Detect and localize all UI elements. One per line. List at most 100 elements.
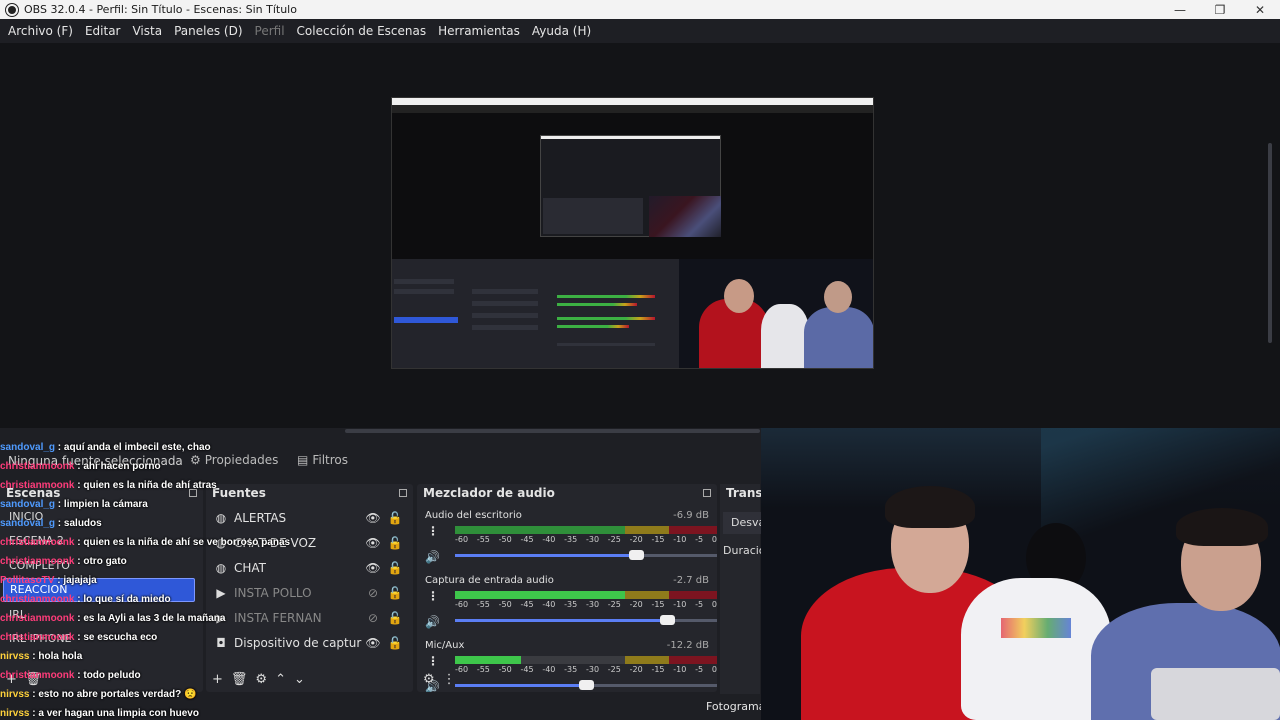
chat-line: christianmoonk : otro gato bbox=[0, 552, 300, 571]
window-title: OBS 32.0.4 - Perfil: Sin Título - Escena… bbox=[24, 3, 297, 16]
float-icon[interactable] bbox=[703, 489, 711, 497]
menu-editar[interactable]: Editar bbox=[79, 24, 127, 38]
maximize-button[interactable]: ❐ bbox=[1200, 0, 1240, 19]
menu-herramientas[interactable]: Herramientas bbox=[432, 24, 526, 38]
chat-line: sandoval_g : saludos bbox=[0, 514, 300, 533]
preview-scrollbar[interactable] bbox=[1268, 143, 1272, 343]
eye-icon[interactable]: 👁 bbox=[362, 636, 384, 650]
chat-message: jajajaja bbox=[63, 575, 97, 586]
chat-message: limpien la cámara bbox=[63, 499, 148, 510]
meter-tick-label: -25 bbox=[607, 600, 621, 609]
channel-menu-icon[interactable]: ⋮ bbox=[427, 589, 439, 603]
lock-icon[interactable]: 🔓 bbox=[384, 586, 406, 600]
meter-warn-zone bbox=[625, 591, 669, 599]
nested-row bbox=[472, 325, 538, 330]
lock-icon[interactable]: 🔓 bbox=[384, 636, 406, 650]
nested-meter bbox=[557, 295, 655, 298]
nested-preview bbox=[540, 135, 721, 237]
nested-obs-menubar bbox=[392, 105, 873, 113]
slider-handle[interactable] bbox=[629, 550, 644, 560]
chat-line: PollitasoTV : jajajaja bbox=[0, 571, 300, 590]
meter-error-zone bbox=[669, 591, 717, 599]
menu-perfil[interactable]: Perfil bbox=[249, 24, 291, 38]
close-button[interactable]: ✕ bbox=[1240, 0, 1280, 19]
nested-row bbox=[472, 301, 538, 306]
nested-selected-scene bbox=[394, 317, 458, 323]
meter-tick-label: -15 bbox=[651, 600, 665, 609]
lock-icon[interactable]: 🔓 bbox=[384, 611, 406, 625]
chat-line: sandoval_g : limpien la cámara bbox=[0, 495, 300, 514]
volume-slider[interactable] bbox=[455, 615, 717, 625]
lock-icon[interactable]: 🔓 bbox=[384, 536, 406, 550]
eye-icon[interactable]: 👁 bbox=[362, 561, 384, 575]
preview-canvas[interactable] bbox=[391, 97, 874, 369]
laptop-stickers bbox=[1151, 668, 1280, 720]
status-fotograma: Fotograma bbox=[706, 700, 766, 713]
chat-message: esto no abre portales verdad? 😟 bbox=[38, 689, 197, 700]
person-masked-jacket bbox=[961, 578, 1111, 720]
chat-username: nirvss bbox=[0, 689, 30, 700]
preview-hscrollbar[interactable] bbox=[345, 429, 760, 433]
meter-tick-label: 0 bbox=[711, 600, 717, 609]
volume-meter bbox=[455, 591, 717, 599]
preview-area[interactable] bbox=[0, 43, 1280, 428]
transition-select[interactable]: Desva bbox=[723, 512, 765, 534]
chat-username: PollitasoTV bbox=[0, 575, 55, 586]
eye-hidden-icon[interactable]: ⊘ bbox=[362, 611, 384, 625]
channel-header: Audio del escritorio -6.9 dB bbox=[425, 506, 709, 521]
meter-tick-label: 0 bbox=[711, 535, 717, 544]
chat-username: christianmoonk bbox=[0, 594, 75, 605]
channel-header: Captura de entrada audio -2.7 dB bbox=[425, 571, 709, 586]
filters-button[interactable]: ▤ Filtros bbox=[297, 449, 348, 471]
menu-ayuda[interactable]: Ayuda (H) bbox=[526, 24, 597, 38]
chat-message: saludos bbox=[63, 518, 102, 529]
nested-meter bbox=[557, 317, 655, 320]
mixer-channel: Captura de entrada audio -2.7 dB ⋮ -60 -5… bbox=[417, 571, 717, 636]
float-icon[interactable] bbox=[399, 489, 407, 497]
eye-icon[interactable]: 👁 bbox=[362, 536, 384, 550]
chat-line: christianmoonk : quien es la niña de ahí… bbox=[0, 476, 300, 495]
meter-tick-label: -30 bbox=[585, 600, 600, 609]
slider-fill bbox=[455, 554, 636, 557]
channel-name: Audio del escritorio bbox=[425, 510, 522, 521]
speaker-icon[interactable]: 🔊 bbox=[425, 550, 440, 564]
chat-message: quien es la niña de ahí se ve borroso pa… bbox=[83, 537, 291, 548]
chat-line: nirvss : hola hola bbox=[0, 647, 300, 666]
meter-ticks: -60 -55 -50 -45 -40 -35 -30 -25 -20 -15 -10 -5 0 bbox=[455, 535, 717, 544]
menu-vista[interactable]: Vista bbox=[126, 24, 168, 38]
channel-menu-icon[interactable]: ⋮ bbox=[427, 524, 439, 538]
chat-line: sandoval_g : aquí anda el imbecil este, … bbox=[0, 438, 300, 457]
nested-row bbox=[394, 289, 454, 294]
eye-icon[interactable]: 👁 bbox=[362, 511, 384, 525]
chat-message: otro gato bbox=[83, 556, 127, 567]
meter-tick-label: -60 bbox=[455, 600, 469, 609]
menu-paneles[interactable]: Paneles (D) bbox=[168, 24, 248, 38]
meter-warn-zone bbox=[625, 526, 669, 534]
menu-coleccion-escenas[interactable]: Colección de Escenas bbox=[291, 24, 433, 38]
lock-icon[interactable]: 🔓 bbox=[384, 561, 406, 575]
slider-fill bbox=[455, 619, 667, 622]
duration-label: Duració bbox=[723, 544, 766, 557]
chat-separator: : bbox=[55, 518, 64, 529]
lock-icon[interactable]: 🔓 bbox=[384, 511, 406, 525]
title-bar: OBS 32.0.4 - Perfil: Sin Título - Escena… bbox=[0, 0, 1280, 19]
volume-slider[interactable] bbox=[455, 550, 717, 560]
meter-tick-label: -35 bbox=[564, 535, 578, 544]
chat-username: sandoval_g bbox=[0, 442, 56, 453]
chat-line: christianmoonk : lo que sí da miedo bbox=[0, 590, 300, 609]
eye-hidden-icon[interactable]: ⊘ bbox=[362, 586, 384, 600]
channel-db: -6.9 dB bbox=[673, 510, 709, 521]
meter-error-zone bbox=[669, 526, 717, 534]
meter-tick-label: -45 bbox=[520, 600, 534, 609]
mixer-settings-icon[interactable]: ⚙ bbox=[423, 672, 435, 687]
minimize-button[interactable]: — bbox=[1160, 0, 1200, 19]
mixer-menu-icon[interactable]: ⋮ bbox=[443, 672, 456, 687]
menu-archivo[interactable]: Archivo (F) bbox=[2, 24, 79, 38]
nested-strip bbox=[541, 136, 720, 139]
chat-username: sandoval_g bbox=[0, 499, 56, 510]
chat-separator: : bbox=[54, 575, 64, 586]
chat-username: christianmoonk bbox=[0, 537, 75, 548]
slider-handle[interactable] bbox=[660, 615, 675, 625]
menu-bar: Archivo (F) Editar Vista Paneles (D) Per… bbox=[0, 19, 1280, 43]
speaker-icon[interactable]: 🔊 bbox=[425, 615, 440, 629]
